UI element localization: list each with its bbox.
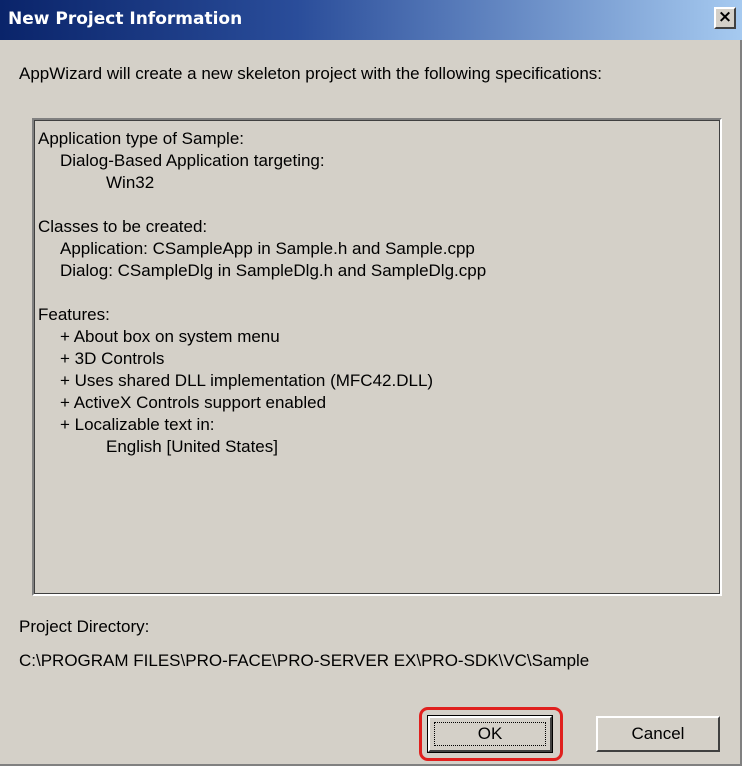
- spec-line: Features:: [38, 305, 110, 324]
- spec-line: + Localizable text in:: [60, 415, 215, 434]
- spec-blank-line: [38, 194, 720, 216]
- close-icon: ×: [717, 7, 733, 27]
- specification-box: Application type of Sample: Dialog-Based…: [32, 118, 722, 596]
- close-button[interactable]: ×: [714, 7, 736, 29]
- cancel-button[interactable]: Cancel: [596, 716, 720, 752]
- spec-line: Classes to be created:: [38, 217, 208, 236]
- intro-text: AppWizard will create a new skeleton pro…: [19, 64, 602, 83]
- window-title: New Project Information: [8, 9, 243, 29]
- project-directory-path: C:\PROGRAM FILES\PRO-FACE\PRO-SERVER EX\…: [19, 651, 590, 670]
- title-bar[interactable]: New Project Information ×: [0, 0, 742, 40]
- spec-line: Win32: [106, 173, 155, 192]
- spec-blank-line: [38, 282, 720, 304]
- cancel-button-label: Cancel: [631, 724, 685, 743]
- spec-line: Dialog-Based Application targeting:: [60, 151, 325, 170]
- spec-line: + 3D Controls: [60, 349, 165, 368]
- new-project-information-dialog: New Project Information × AppWizard will…: [0, 0, 742, 766]
- spec-line: English [United States]: [106, 437, 278, 456]
- spec-line: + Uses shared DLL implementation (MFC42.…: [60, 371, 434, 390]
- focus-rectangle: [434, 722, 546, 746]
- spec-line: + ActiveX Controls support enabled: [60, 393, 327, 412]
- spec-line: Application: CSampleApp in Sample.h and …: [60, 239, 475, 258]
- ok-button[interactable]: OK: [427, 715, 553, 753]
- project-directory-label: Project Directory:: [19, 617, 150, 636]
- spec-line: Dialog: CSampleDlg in SampleDlg.h and Sa…: [60, 261, 487, 280]
- spec-line: Application type of Sample:: [38, 129, 245, 148]
- spec-line: + About box on system menu: [60, 327, 280, 346]
